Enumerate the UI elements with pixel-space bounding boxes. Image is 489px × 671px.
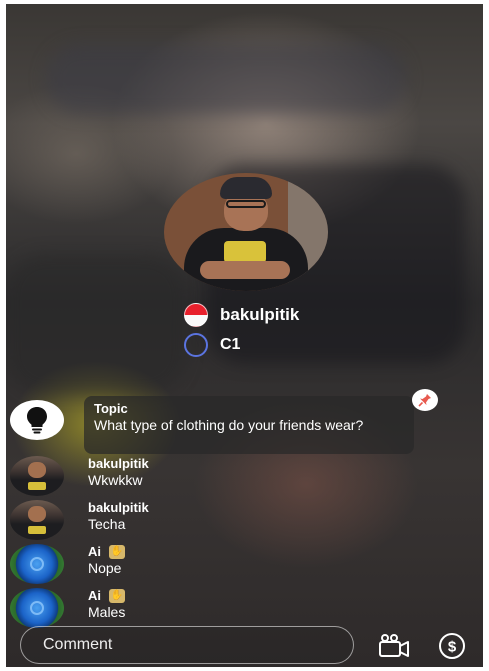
- message-author[interactable]: Ai: [88, 588, 101, 603]
- message-author-row[interactable]: Ai ✋: [88, 588, 125, 603]
- host-name: bakulpitik: [220, 305, 300, 324]
- pinned-topic-row: [10, 400, 64, 440]
- message-text: Techa: [88, 516, 126, 532]
- coin-gift-icon[interactable]: $: [438, 632, 466, 660]
- user-badge-icon: ✋: [109, 588, 125, 603]
- host-level: C1: [184, 333, 240, 357]
- topic-title: Topic: [94, 401, 128, 416]
- user-avatar[interactable]: [10, 588, 64, 628]
- comment-placeholder: Comment: [43, 636, 113, 653]
- user-avatar[interactable]: [10, 500, 64, 540]
- user-badge-icon: ✋: [109, 544, 125, 559]
- level-label: C1: [220, 336, 241, 353]
- indonesia-flag-icon: [184, 303, 208, 327]
- user-avatar[interactable]: [10, 456, 64, 496]
- pin-icon[interactable]: [412, 389, 438, 411]
- comment-input[interactable]: Comment: [20, 626, 354, 664]
- message-text: Males: [88, 604, 126, 620]
- message-author-row[interactable]: Ai ✋: [88, 544, 125, 559]
- background-blur: [6, 254, 186, 394]
- message-text: Wkwkkw: [88, 472, 143, 488]
- level-ring-icon: [184, 333, 208, 357]
- message-text: Nope: [88, 560, 122, 576]
- message-author[interactable]: bakulpitik: [88, 500, 149, 515]
- message-author[interactable]: bakulpitik: [88, 456, 149, 471]
- user-avatar[interactable]: [10, 544, 64, 584]
- lightbulb-icon: [27, 407, 47, 434]
- chat-message: Ai ✋ Males: [10, 588, 125, 628]
- chat-message: bakulpitik Wkwkkw: [10, 456, 149, 496]
- topic-text: What type of clothing do your friends we…: [94, 417, 364, 433]
- host-avatar[interactable]: [164, 173, 328, 291]
- chat-message: bakulpitik Techa: [10, 500, 149, 540]
- svg-text:$: $: [448, 639, 457, 656]
- topic-content: Topic What type of clothing do your frie…: [94, 401, 394, 434]
- message-author[interactable]: Ai: [88, 544, 101, 559]
- topic-avatar: [10, 400, 64, 440]
- background-blur: [46, 44, 406, 114]
- video-camera-icon[interactable]: [378, 632, 410, 660]
- host-info[interactable]: bakulpitik: [184, 303, 299, 327]
- chat-message: Ai ✋ Nope: [10, 544, 125, 584]
